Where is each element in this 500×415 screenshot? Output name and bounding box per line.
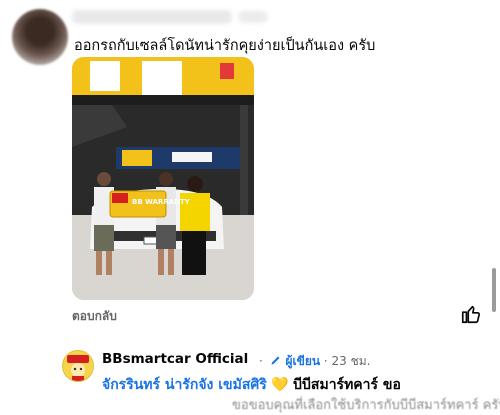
reply-meta: · ผู้เขียน · 23 ชม. — [259, 352, 371, 371]
commenter-avatar[interactable] — [12, 9, 68, 65]
meta-dot-2: · — [323, 354, 328, 368]
meta-dot: · — [259, 354, 263, 368]
mascot-icon — [67, 355, 89, 381]
reply-text-line: จักรรินทร์ น่ารักจัง เขมัสศิริ 💛 บีบีสมา… — [102, 374, 401, 396]
reply-text-start: บีบีสมาร์ทคาร์ ขอ — [293, 377, 401, 393]
mention-link[interactable]: จักรรินทร์ น่ารักจัง เขมัสศิริ — [102, 377, 267, 393]
pencil-icon — [271, 356, 280, 365]
comment-text: ออกรถกับเซลล์โดนัทน่ารักคุยง่ายเป็นกันเอ… — [74, 38, 376, 54]
dealership-photo-illustration: BB WARRANTY — [72, 57, 254, 300]
reply-text-continuation: ขอขอบคุณที่เลือกใช้บริการกับบีบีสมาร์ทคา… — [232, 398, 500, 413]
page-avatar[interactable] — [62, 350, 94, 382]
heart-emoji: 💛 — [271, 377, 289, 393]
like-thumb-icon[interactable] — [460, 303, 482, 325]
commenter-extra-blurred — [238, 11, 268, 23]
scrollbar-thumb[interactable] — [492, 268, 496, 312]
comment-photo[interactable]: BB WARRANTY — [72, 57, 254, 300]
author-badge: ผู้เขียน — [285, 354, 321, 368]
reply-button[interactable]: ตอบกลับ — [72, 307, 117, 326]
reply-author-name[interactable]: BBsmartcar Official — [102, 351, 248, 367]
reply-time[interactable]: 23 ชม. — [332, 354, 371, 368]
warranty-sign-text: BB WARRANTY — [132, 198, 191, 206]
commenter-name-blurred[interactable] — [72, 10, 232, 24]
